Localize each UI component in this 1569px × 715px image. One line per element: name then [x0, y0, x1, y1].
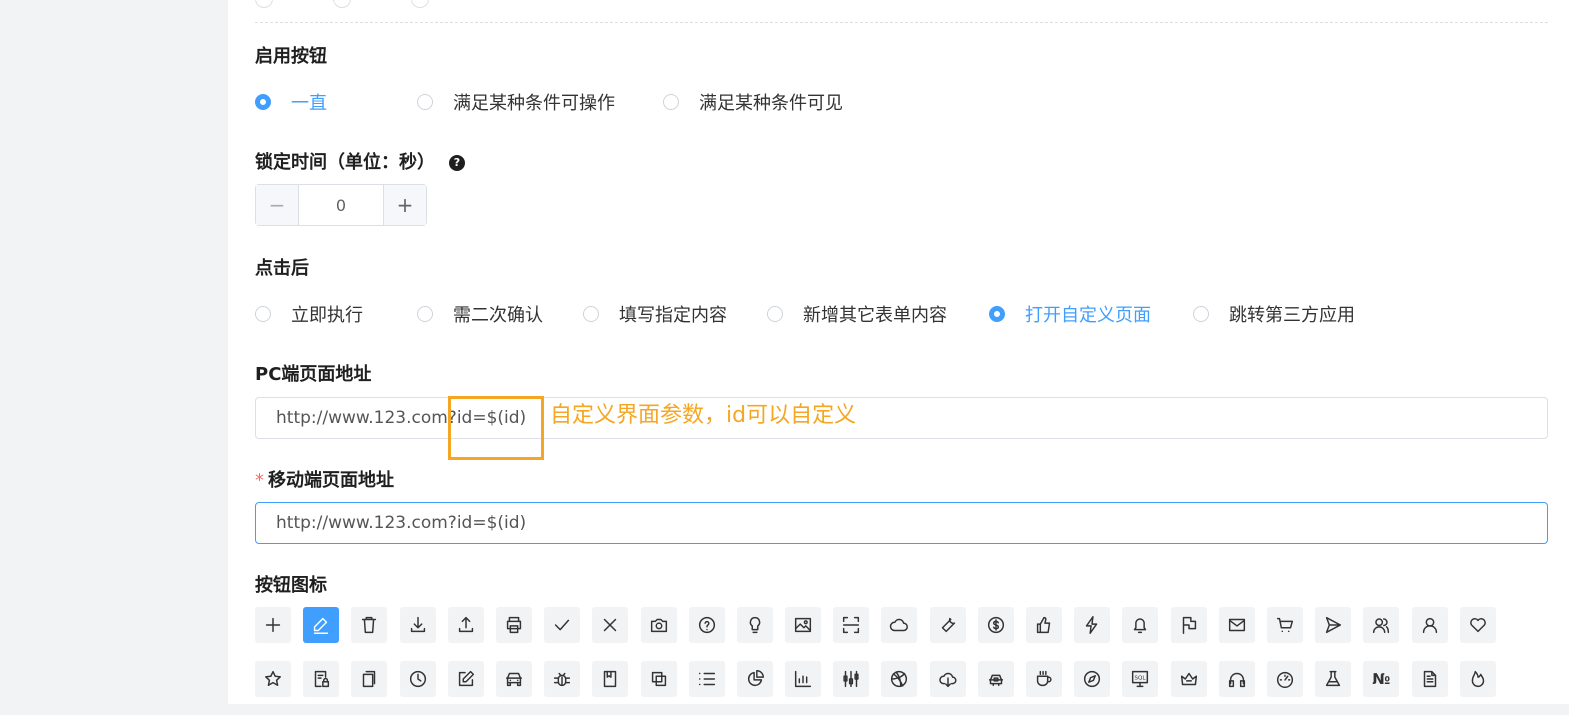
section-divider [255, 22, 1548, 23]
list-icon[interactable] [688, 661, 725, 697]
icon-row: SQL № [255, 661, 1555, 697]
scan-icon[interactable] [833, 607, 870, 643]
document-lock-icon[interactable] [303, 661, 340, 697]
cloud-download-icon[interactable] [929, 661, 966, 697]
icon-row [255, 607, 1555, 643]
form-panel: 启用按钮 一直 满足某种条件可操作 满足某种条件可见 锁定时间（单位：秒）? −… [228, 0, 1569, 704]
radio-circle[interactable] [417, 306, 433, 322]
user-icon[interactable] [1411, 607, 1448, 643]
partial-radio-row [255, 0, 489, 10]
decrement-button[interactable]: − [256, 185, 299, 225]
dribbble-icon[interactable] [881, 661, 918, 697]
compass-icon[interactable] [1074, 661, 1111, 697]
sql-monitor-icon[interactable]: SQL [1122, 661, 1159, 697]
number-icon[interactable]: № [1363, 661, 1400, 697]
lock-time-label: 锁定时间（单位：秒）? [255, 148, 465, 174]
radio-circle[interactable] [989, 306, 1005, 322]
crown-icon[interactable] [1170, 661, 1207, 697]
like-icon[interactable] [1026, 607, 1062, 643]
radio-add-form-content[interactable]: 新增其它表单内容 [767, 301, 989, 327]
radio-execute-immediately[interactable]: 立即执行 [255, 301, 417, 327]
thunder-icon[interactable] [1074, 607, 1111, 643]
picture-icon[interactable] [785, 607, 822, 643]
svg-text:SQL: SQL [1135, 675, 1147, 681]
button-icon-label: 按钮图标 [255, 575, 327, 596]
bar-chart-icon[interactable] [785, 661, 822, 697]
cloud-icon[interactable] [881, 607, 918, 643]
download-icon[interactable] [399, 607, 436, 643]
required-mark: * [255, 470, 264, 491]
bulb-icon[interactable] [736, 607, 773, 643]
bug-icon[interactable] [544, 661, 581, 697]
radio-circle[interactable] [1193, 306, 1209, 322]
camera-icon[interactable] [640, 607, 677, 643]
radio-third-party-app[interactable]: 跳转第三方应用 [1193, 301, 1355, 327]
printer-icon[interactable] [495, 607, 532, 643]
delete-icon[interactable] [351, 607, 388, 643]
radio-circle[interactable] [255, 306, 271, 322]
enable-radio-group: 一直 满足某种条件可操作 满足某种条件可见 [255, 90, 843, 114]
after-click-label: 点击后 [255, 258, 309, 279]
icon-picker-grid: SQL № [255, 607, 1555, 715]
radio-double-confirm[interactable]: 需二次确认 [417, 301, 583, 327]
check-icon[interactable] [544, 607, 581, 643]
edit-icon[interactable] [303, 607, 340, 643]
mobile-url-input[interactable]: http://www.123.com?id=$(id) [255, 502, 1548, 544]
mobile-url-label: * 移动端页面地址 [255, 470, 394, 491]
copy-icon[interactable] [351, 661, 388, 697]
sliders-icon[interactable] [833, 661, 870, 697]
upload-icon[interactable] [447, 607, 484, 643]
coffee-icon[interactable] [1026, 661, 1062, 697]
pie-chart-icon[interactable] [736, 661, 773, 697]
flask-icon[interactable] [1315, 661, 1352, 697]
radio-open-custom-page[interactable]: 打开自定义页面 [989, 301, 1193, 327]
car-icon[interactable] [495, 661, 532, 697]
annotation-highlight-box [448, 396, 544, 460]
book-icon[interactable] [592, 661, 629, 697]
dashboard-icon[interactable] [1266, 661, 1303, 697]
dollar-icon[interactable] [977, 607, 1014, 643]
radio-circle[interactable] [663, 94, 679, 110]
clock-icon[interactable] [399, 661, 436, 697]
team-icon[interactable] [1363, 607, 1400, 643]
cart-icon[interactable] [1266, 607, 1303, 643]
star-icon[interactable] [255, 661, 291, 697]
enable-label: 启用按钮 [255, 46, 327, 67]
mail-icon[interactable] [1218, 607, 1255, 643]
fire-icon[interactable] [1459, 661, 1496, 697]
radio-circle[interactable] [767, 306, 783, 322]
lock-time-value[interactable]: 0 [299, 185, 383, 225]
radio-circle[interactable] [583, 306, 599, 322]
question-circle-icon[interactable]: ? [449, 154, 465, 171]
radio-fill-content[interactable]: 填写指定内容 [583, 301, 767, 327]
block-icon[interactable] [640, 661, 677, 697]
car-top-icon[interactable] [977, 661, 1014, 697]
radio-circle[interactable] [417, 94, 433, 110]
lock-time-stepper: − 0 + [255, 184, 427, 226]
radio-circle[interactable] [255, 94, 271, 110]
bell-icon[interactable] [1122, 607, 1159, 643]
pc-url-label: PC端页面地址 [255, 364, 372, 385]
radio-enable-always[interactable]: 一直 [255, 89, 417, 115]
close-icon[interactable] [592, 607, 629, 643]
heart-icon[interactable] [1459, 607, 1496, 643]
increment-button[interactable]: + [383, 185, 426, 225]
headphones-icon[interactable] [1218, 661, 1255, 697]
plus-icon[interactable] [255, 607, 291, 643]
send-icon[interactable] [1315, 607, 1352, 643]
radio-enable-conditional-operable[interactable]: 满足某种条件可操作 [417, 89, 663, 115]
wrench-icon[interactable] [929, 607, 966, 643]
after-click-radio-group: 立即执行 需二次确认 填写指定内容 新增其它表单内容 打开自定义页面 跳转第三方… [255, 302, 1355, 326]
question-icon[interactable] [688, 607, 725, 643]
annotation-text: 自定义界面参数，id可以自定义 [550, 403, 857, 428]
radio-enable-conditional-visible[interactable]: 满足某种条件可见 [663, 89, 843, 115]
flag-icon[interactable] [1170, 607, 1207, 643]
file-text-icon[interactable] [1411, 661, 1448, 697]
edit-square-icon[interactable] [447, 661, 484, 697]
